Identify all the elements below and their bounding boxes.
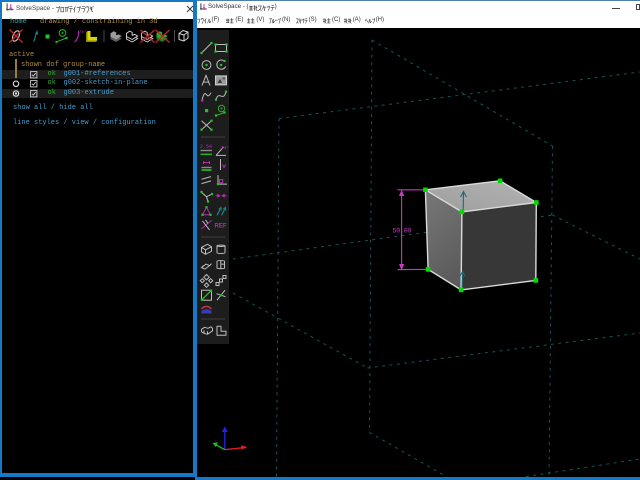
svg-text:50.00: 50.00	[393, 228, 412, 236]
svg-text:REF: REF	[215, 223, 227, 229]
svg-text:74°: 74°	[221, 145, 229, 151]
svg-text:2.54: 2.54	[200, 144, 212, 150]
svg-text:74°: 74°	[79, 31, 87, 36]
